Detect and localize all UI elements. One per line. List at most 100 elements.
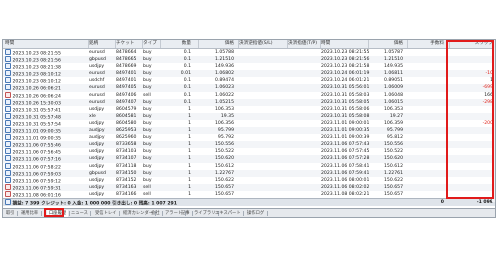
cell-ticket: 8733658: [116, 142, 137, 148]
column-header: 時間: [5, 41, 15, 46]
table-row[interactable]: 2023.10.23 08:21:38 usdjpy 8478669 buy 0.1 14…: [3, 63, 495, 71]
column-divider[interactable]: [287, 40, 288, 48]
tab-3[interactable]: ニュース: [69, 210, 91, 217]
table-row[interactable]: 2023.11.06 07:59:03 gbpusd 8734150 buy 1 1.22…: [3, 169, 495, 177]
cell-close-price: 150.620: [384, 156, 403, 162]
tab-1[interactable]: 運用比率: [19, 210, 42, 217]
cell-ticket: 8497405: [116, 85, 137, 91]
tab-0[interactable]: 取引: [4, 210, 18, 217]
table-row[interactable]: 2023.11.06 07:58:22 usdjpy 8734118 buy 1 150.…: [3, 162, 495, 170]
table-row[interactable]: 2023.11.08 06:01:16 usdjpy 8734166 sell 1 150…: [3, 190, 495, 198]
total-swap: -1 099: [476, 199, 493, 205]
column-divider[interactable]: [160, 40, 161, 48]
account-history-panel: 時間 銘柄 チケット タイプ 数量 価格 決済逆指値(S/L) 決済指値(T/P) 時間 価格 手数…: [2, 39, 496, 209]
cell-price: 150.657: [215, 191, 234, 197]
cell-volume: 1: [188, 149, 191, 155]
table-row[interactable]: 2023.10.31 05:57:41 usdjpy 8604579 buy 1 106.…: [3, 105, 495, 113]
column-divider[interactable]: [407, 40, 408, 48]
column-divider[interactable]: [368, 40, 369, 48]
column-divider[interactable]: [320, 40, 321, 48]
column-header: 決済逆指値(S/L): [239, 41, 273, 46]
table-row[interactable]: 2023.10.23 08:10:12 eurusd 8497401 buy 0.01 1…: [3, 70, 495, 78]
table-row[interactable]: 2023.10.26 06:06:24 eurusd 8497406 sell 0.1 1…: [3, 91, 495, 99]
balance-summary-text: 損益: 7 399 クレジット: 0 入金: 1 000 000 引き出し: 0…: [5, 198, 335, 208]
tab-8[interactable]: 記事: [179, 210, 193, 217]
tab-4[interactable]: 受信トレイ: [93, 210, 120, 217]
cell-volume: 0.1: [183, 57, 191, 63]
table-row[interactable]: 2023.10.23 08:21:55 eurusd 8478664 buy 0.1 1.…: [3, 49, 495, 56]
table-row[interactable]: 2023.11.06 07:59:12 usdjpy 8734152 buy 1 150.…: [3, 176, 495, 184]
cell-price: 150.522: [215, 149, 234, 155]
cell-type: buy: [143, 50, 152, 55]
column-header: 決済指値(T/P): [288, 41, 318, 46]
tab-label: 口座履歴: [49, 211, 67, 216]
vertical-scrollbar[interactable]: [492, 48, 495, 202]
cell-type: buy: [143, 113, 152, 119]
column-header: スワップ: [474, 41, 493, 46]
column-divider[interactable]: [198, 40, 199, 48]
table-row[interactable]: 2023.11.06 07:56:45 usdjpy 8734103 buy 1 150.…: [3, 148, 495, 156]
cell-close-price: 19.27: [389, 113, 403, 119]
table-row[interactable]: 2023.11.06 07:57:16 usdjpy 8734107 buy 1 150.…: [3, 155, 495, 163]
deal-icon: [5, 105, 11, 112]
cell-symbol: usdjpy: [89, 163, 105, 169]
table-row[interactable]: 2023.11.06 07:59:31 usdjpy 8734163 sell 1 150…: [3, 183, 495, 191]
cell-ticket: 8734118: [116, 163, 137, 169]
cell-close-price: 1.06015: [384, 99, 403, 105]
column-divider[interactable]: [238, 40, 239, 48]
column-header: チケット: [116, 41, 135, 46]
table-row[interactable]: 2023.10.31 05:57:48 xle 8604581 buy 1 19.35 20…: [3, 112, 495, 120]
cell-close-price: 150.522: [384, 149, 403, 155]
cell-close-price: 1.21510: [384, 57, 403, 63]
table-row[interactable]: 2023.10.23 08:21:56 gbpusd 8478665 buy 0.1 1.…: [3, 56, 495, 64]
tab-11[interactable]: 操作ログ: [245, 210, 268, 217]
cell-price: 1.05788: [215, 50, 234, 55]
cell-swap: -10: [485, 71, 493, 77]
cell-ticket: 8604580: [116, 120, 137, 126]
tab-label: 記事: [181, 211, 190, 216]
cell-ticket: 8734152: [116, 177, 137, 183]
cell-price: 1.21510: [215, 57, 234, 63]
tab-label: 取引: [6, 211, 15, 216]
column-header: 数量: [181, 41, 191, 46]
cell-close-price: 150.612: [384, 163, 403, 169]
cell-ticket: 8734150: [116, 170, 137, 176]
cell-type: buy: [143, 156, 152, 162]
cell-volume: 0.1: [183, 64, 191, 70]
table-row[interactable]: 2023.10.26 15:30:03 eurusd 8497407 buy 0.1 1.…: [3, 98, 495, 106]
summary-icon: [5, 198, 11, 205]
tab-10[interactable]: エキスパート: [213, 210, 244, 217]
cell-symbol: usdjpy: [89, 156, 105, 162]
table-row[interactable]: 2023.11.01 09:00:35 audjpy 8625953 buy 1 95.7…: [3, 127, 495, 134]
column-header: タイプ: [143, 41, 157, 46]
cell-type: buy: [143, 177, 152, 183]
cell-swap: -298: [482, 99, 493, 105]
cell-close-price: 95.812: [386, 135, 403, 141]
column-divider[interactable]: [449, 40, 450, 48]
cell-volume: 1: [188, 113, 191, 119]
table-row[interactable]: 2023.10.31 05:57:54 usdjpy 8604580 buy 1 106.…: [3, 119, 495, 127]
column-divider[interactable]: [142, 40, 143, 48]
cell-close-price: 95.799: [386, 128, 403, 134]
cell-close-price: 1.22761: [384, 170, 403, 176]
cell-volume: 1: [188, 184, 191, 190]
cell-type: buy: [143, 99, 152, 105]
table-row[interactable]: 2023.11.01 09:00:35 audjpy 8625960 buy 1 95.7…: [3, 134, 495, 142]
deal-icon: [5, 112, 11, 119]
table-row[interactable]: 2023.10.26 06:06:21 eurusd 8497405 buy 0.1 1.…: [3, 84, 495, 92]
table-row[interactable]: 2023.10.23 08:10:12 usdchf 8497401 buy 0.1 0.…: [3, 77, 495, 85]
tab-2[interactable]: 口座履歴: [47, 210, 70, 217]
column-divider[interactable]: [115, 40, 116, 48]
cell-ticket: 8497407: [116, 99, 137, 105]
column-divider[interactable]: [88, 40, 89, 48]
cell-symbol: gbpusd: [89, 170, 106, 176]
cell-close-price: 149.935: [384, 64, 403, 70]
column-header: 価格: [224, 41, 234, 46]
table-row[interactable]: 2023.11.06 07:55:46 usdjpy 8733658 buy 1 150.…: [3, 141, 495, 149]
deal-icon: [5, 98, 11, 105]
cell-type: buy: [143, 120, 152, 126]
cell-type: buy: [143, 142, 152, 148]
tab-6[interactable]: 会社: [149, 210, 163, 217]
cell-type: sell: [143, 184, 151, 190]
cell-type: buy: [143, 106, 152, 112]
